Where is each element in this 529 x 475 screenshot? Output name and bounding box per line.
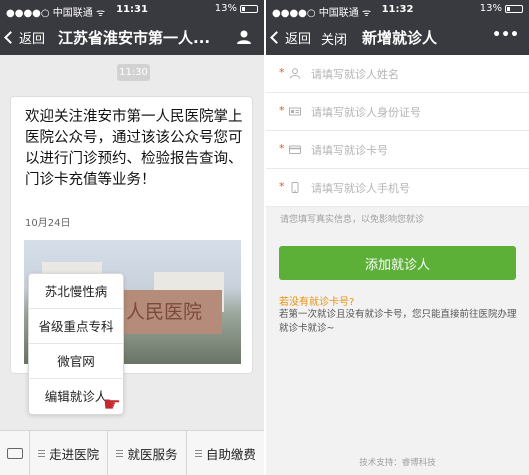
menu-icon: [38, 449, 46, 457]
menu-payment-label: 自助缴费: [205, 446, 256, 462]
person-icon: [290, 68, 300, 79]
back-label: 返回: [285, 32, 312, 47]
menu-icon: [194, 449, 202, 457]
form-hint: 请您填写真实信息，以免影响您就诊: [280, 215, 425, 225]
battery-icon: [240, 4, 258, 13]
no-card-note: 若第一次就诊且没有就诊卡号，您只能直接前往医院办理就诊卡就诊~: [279, 309, 517, 334]
nav-bar: 返回 关闭 新增就诊人 •••: [266, 19, 529, 55]
keyboard-toggle[interactable]: [0, 431, 30, 475]
status-bar: ●●●●○ 中国联通 ᯤ 11:32 13%: [266, 0, 529, 19]
message-text: 欢迎关注淮安市第一人民医院掌上医院公众号，通过该该公众号您可以进行门诊预约、检验…: [25, 109, 243, 188]
page-title: 新增就诊人: [362, 29, 438, 47]
id-input[interactable]: [311, 103, 516, 121]
required-mark: *: [279, 104, 285, 117]
menu-hospital[interactable]: 走进医院: [30, 431, 109, 475]
id-field[interactable]: *: [266, 93, 529, 131]
phone-input[interactable]: [311, 179, 516, 197]
nav-bar: 返回 江苏省淮安市第一人...: [0, 19, 264, 55]
chat-timestamp: 11:30: [117, 64, 150, 81]
card-input[interactable]: [311, 141, 516, 159]
status-time: 11:31: [116, 4, 148, 15]
chevron-left-icon: [270, 31, 283, 44]
carrier-signal: ●●●●○ 中国联通 ᯤ: [6, 8, 106, 19]
page-title: 江苏省淮安市第一人...: [58, 29, 211, 47]
id-card-icon: [289, 107, 301, 116]
carrier-signal: ●●●●○ 中国联通 ᯤ: [272, 8, 372, 19]
keyboard-icon: [6, 447, 23, 459]
phone-field[interactable]: *: [266, 169, 529, 207]
required-mark: *: [279, 66, 285, 79]
back-button[interactable]: 返回: [270, 28, 312, 47]
message-date: 10月24日: [25, 218, 71, 229]
name-field[interactable]: *: [266, 55, 529, 93]
popup-item-chronic[interactable]: 苏北慢性病: [29, 274, 123, 309]
add-patient-button[interactable]: 添加就诊人: [279, 246, 516, 280]
required-mark: *: [279, 180, 285, 193]
profile-icon[interactable]: [236, 29, 252, 45]
left-screen: ●●●●○ 中国联通 ᯤ 11:31 13% 返回 江苏省淮安市第一人... 1…: [0, 0, 264, 475]
more-icon[interactable]: •••: [492, 27, 519, 43]
no-card-link[interactable]: 若没有就诊卡号?: [279, 293, 354, 308]
card-icon: [289, 145, 301, 154]
chevron-left-icon: [4, 31, 17, 44]
menu-icon: [116, 449, 124, 457]
menu-payment[interactable]: 自助缴费: [187, 431, 264, 475]
close-button[interactable]: 关闭: [321, 29, 347, 48]
patient-form: * * * *: [266, 55, 529, 207]
battery-icon: [505, 4, 523, 13]
menu-services[interactable]: 就医服务: [108, 431, 187, 475]
menu-hospital-label: 走进医院: [49, 446, 100, 462]
popup-item-microsite[interactable]: 微官网: [29, 344, 123, 379]
card-field[interactable]: *: [266, 131, 529, 169]
required-mark: *: [279, 142, 285, 155]
back-button[interactable]: 返回: [4, 28, 46, 47]
battery-percent: 13%: [479, 3, 502, 14]
status-bar: ●●●●○ 中国联通 ᯤ 11:31 13%: [0, 0, 264, 19]
battery-percent: 13%: [214, 3, 237, 14]
pointer-hand-icon: ☛: [103, 392, 121, 416]
hospital-sign: 人民医院: [120, 290, 222, 334]
phone-icon: [291, 182, 299, 193]
popup-item-specialty[interactable]: 省级重点专科: [29, 309, 123, 344]
tech-support: 技术支持：睿博科技: [359, 458, 436, 468]
status-time: 11:32: [381, 4, 414, 15]
status-right: 13%: [480, 3, 523, 14]
menu-services-label: 就医服务: [127, 446, 178, 462]
status-right: 13%: [215, 3, 258, 14]
back-label: 返回: [19, 32, 46, 47]
right-screen: ●●●●○ 中国联通 ᯤ 11:32 13% 返回 关闭 新增就诊人 ••• *…: [266, 0, 529, 475]
name-input[interactable]: [311, 65, 516, 83]
bottom-menu: 走进医院 就医服务 自助缴费: [0, 430, 264, 475]
